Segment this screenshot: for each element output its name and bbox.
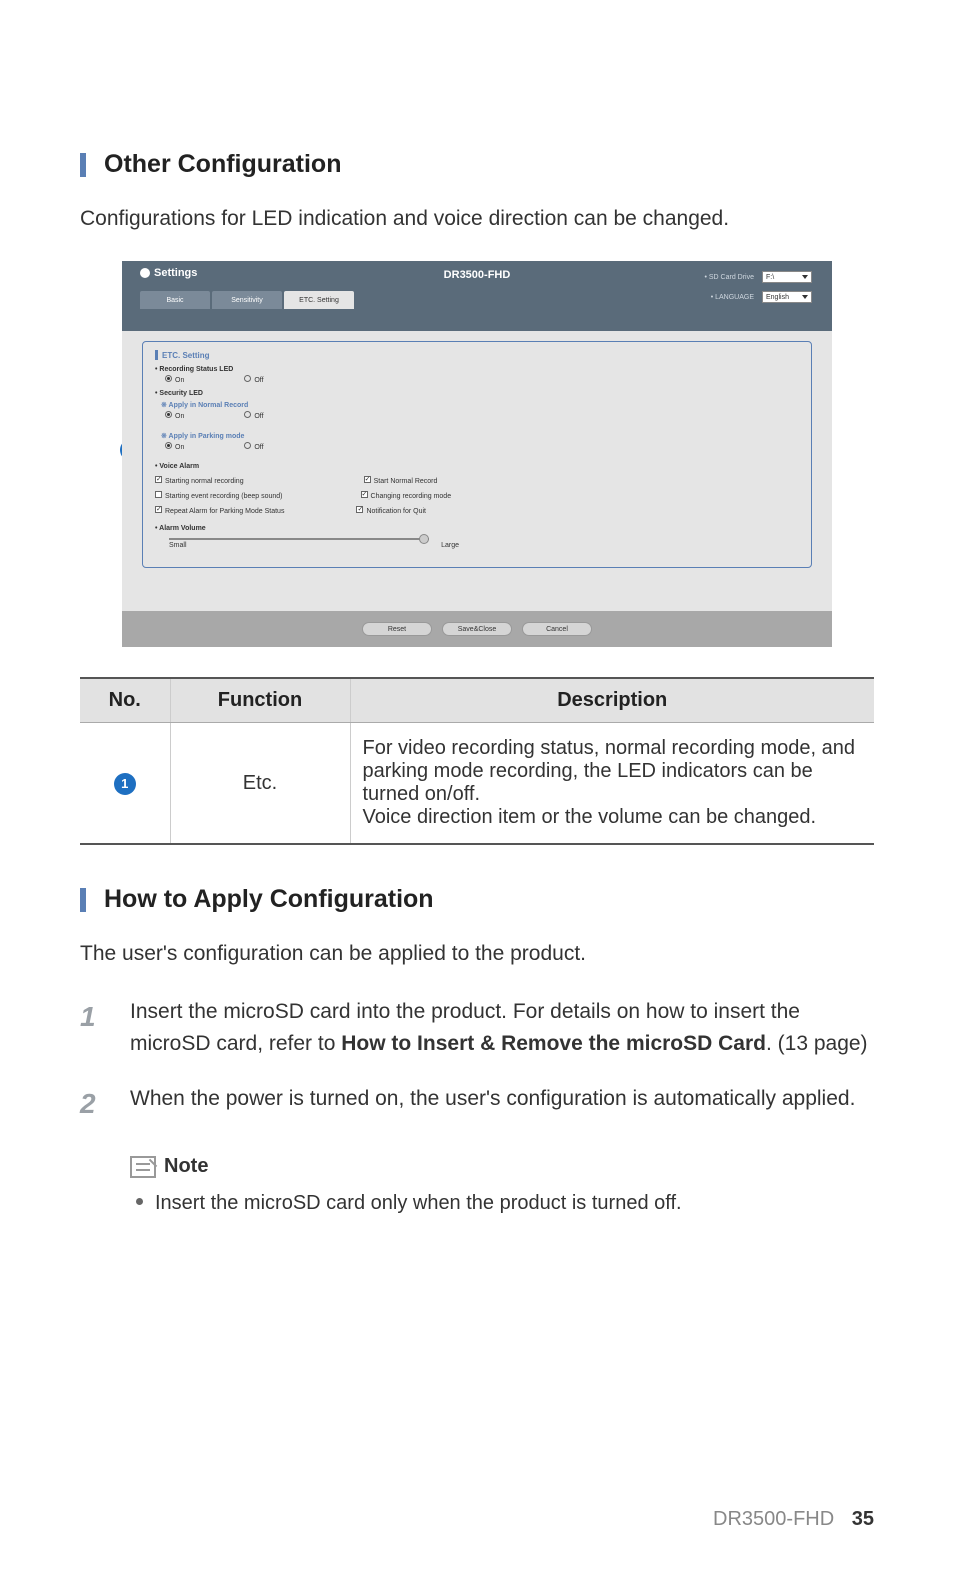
- app-model-title: DR3500-FHD: [444, 269, 511, 281]
- chevron-down-icon: [802, 295, 808, 299]
- note-text: Insert the microSD card only when the pr…: [155, 1188, 682, 1218]
- language-value: English: [766, 294, 789, 301]
- va-start-normal-record[interactable]: Start Normal Record: [364, 476, 438, 485]
- note-heading: Note: [130, 1155, 874, 1178]
- volume-small-label: Small: [169, 542, 187, 549]
- language-select[interactable]: English: [762, 291, 812, 303]
- tab-basic[interactable]: Basic: [140, 291, 210, 309]
- sd-drive-label: • SD Card Drive: [704, 274, 754, 281]
- row-number-bubble: 1: [114, 773, 136, 795]
- language-label: • LANGUAGE: [711, 294, 754, 301]
- rec-led-off[interactable]: Off: [244, 375, 263, 384]
- tab-sensitivity[interactable]: Sensitivity: [212, 291, 282, 309]
- section-heading-2: How to Apply Configuration: [80, 885, 874, 914]
- note-icon: [130, 1156, 156, 1178]
- app-body: ETC. Setting • Recording Status LED On O…: [122, 331, 832, 611]
- va-changing-recording-mode[interactable]: Changing recording mode: [361, 491, 452, 500]
- tab-etc-setting[interactable]: ETC. Setting: [284, 291, 354, 309]
- cross-ref: How to Insert & Remove the microSD Card: [341, 1032, 766, 1055]
- sec-led-parking-on[interactable]: On: [165, 442, 184, 451]
- footer-page-number: 35: [852, 1508, 874, 1530]
- app-title-text: Settings: [154, 267, 197, 279]
- rec-led-on[interactable]: On: [165, 375, 184, 384]
- section-heading: Other Configuration: [80, 150, 874, 179]
- va-start-event-recording[interactable]: Starting event recording (beep sound): [155, 491, 283, 500]
- step-body: When the power is turned on, the user's …: [130, 1083, 874, 1125]
- section-intro: Configurations for LED indication and vo…: [80, 207, 874, 231]
- app-footer: Reset Save&Close Cancel: [122, 611, 832, 647]
- va-start-normal-recording[interactable]: Starting normal recording: [155, 476, 244, 485]
- bullet-icon: [136, 1198, 143, 1205]
- sec-led-normal-on[interactable]: On: [165, 411, 184, 420]
- gear-icon: [140, 268, 150, 278]
- section-intro-2: The user's configuration can be applied …: [80, 942, 874, 966]
- th-no: No.: [80, 678, 170, 723]
- note-block: Note Insert the microSD card only when t…: [130, 1155, 874, 1218]
- app-titlebar: Settings Basic Sensitivity ETC. Setting …: [122, 261, 832, 331]
- cancel-button[interactable]: Cancel: [522, 622, 592, 636]
- step-2: 2 When the power is turned on, the user'…: [80, 1083, 874, 1125]
- volume-slider[interactable]: [169, 538, 429, 540]
- reset-button[interactable]: Reset: [362, 622, 432, 636]
- steps-list: 1 Insert the microSD card into the produ…: [80, 996, 874, 1125]
- security-led-label: • Security LED: [155, 390, 799, 397]
- volume-large-label: Large: [441, 542, 459, 549]
- note-body: Insert the microSD card only when the pr…: [136, 1188, 874, 1218]
- sd-drive-select[interactable]: F:\: [762, 271, 812, 283]
- tabs: Basic Sensitivity ETC. Setting: [140, 291, 354, 309]
- va-repeat-alarm-parking[interactable]: Repeat Alarm for Parking Mode Status: [155, 506, 284, 515]
- step-number: 2: [80, 1083, 110, 1125]
- th-description: Description: [350, 678, 874, 723]
- footer-model: DR3500-FHD: [713, 1508, 834, 1530]
- screenshot-wrapper: 1 Settings Basic Sensitivity ETC. Settin…: [80, 261, 874, 647]
- recording-led-label: • Recording Status LED: [155, 366, 799, 373]
- alarm-volume-label: • Alarm Volume: [155, 525, 799, 532]
- volume-thumb[interactable]: [419, 534, 429, 544]
- save-close-button[interactable]: Save&Close: [442, 622, 512, 636]
- heading-text-2: How to Apply Configuration: [104, 885, 434, 914]
- apply-parking-label: ※ Apply in Parking mode: [161, 432, 799, 440]
- sec-led-normal-off[interactable]: Off: [244, 411, 263, 420]
- row-function: Etc.: [170, 723, 350, 845]
- row-description: For video recording status, normal recor…: [350, 723, 874, 845]
- note-label: Note: [164, 1155, 208, 1178]
- step-number: 1: [80, 996, 110, 1059]
- sd-drive-value: F:\: [766, 274, 774, 281]
- step-body: Insert the microSD card into the product…: [130, 996, 874, 1059]
- panel-title: ETC. Setting: [155, 350, 799, 360]
- app-top-right: • SD Card Drive F:\ • LANGUAGE English: [704, 261, 832, 331]
- voice-alarm-label: • Voice Alarm: [155, 463, 799, 470]
- page-footer: DR3500-FHD 35: [713, 1508, 874, 1531]
- heading-text: Other Configuration: [104, 150, 341, 179]
- va-notification-quit[interactable]: Notification for Quit: [356, 506, 426, 515]
- chevron-down-icon: [802, 275, 808, 279]
- description-table: No. Function Description 1 Etc. For vide…: [80, 677, 874, 845]
- th-function: Function: [170, 678, 350, 723]
- sec-led-parking-off[interactable]: Off: [244, 442, 263, 451]
- table-row: 1 Etc. For video recording status, norma…: [80, 723, 874, 845]
- heading-bar: [80, 153, 86, 177]
- heading-bar: [80, 888, 86, 912]
- step-1: 1 Insert the microSD card into the produ…: [80, 996, 874, 1059]
- app-title: Settings: [140, 267, 354, 279]
- app-window: Settings Basic Sensitivity ETC. Setting …: [122, 261, 832, 647]
- etc-panel: ETC. Setting • Recording Status LED On O…: [142, 341, 812, 568]
- apply-normal-label: ※ Apply in Normal Record: [161, 401, 799, 409]
